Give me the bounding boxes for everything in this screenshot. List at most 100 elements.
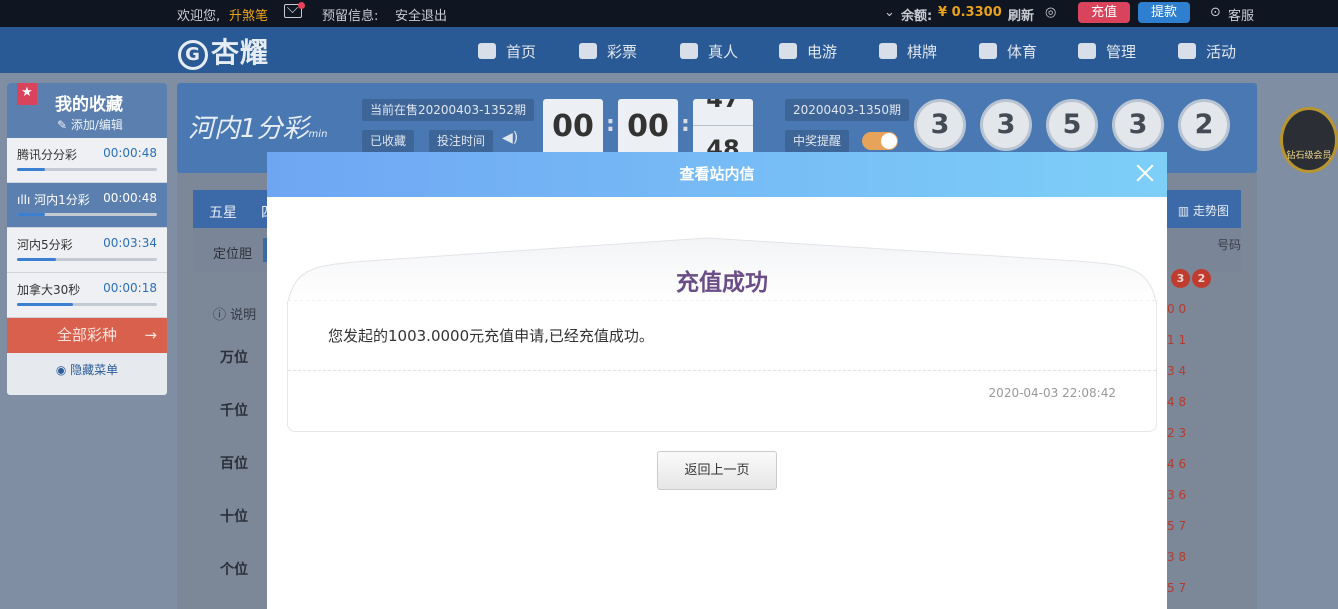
logout-link[interactable]: 安全退出: [395, 5, 447, 24]
speaker-icon[interactable]: ◀): [502, 130, 518, 146]
nav-promotions[interactable]: 活动: [1178, 41, 1236, 62]
nav-label: 体育: [1007, 43, 1038, 61]
favorite-countdown: 00:00:48: [103, 191, 157, 205]
favorite-item[interactable]: 腾讯分分彩 00:00:48: [7, 138, 167, 183]
nav-manage[interactable]: 管理: [1078, 41, 1136, 62]
message-heading: 充值成功: [676, 270, 768, 296]
position-label: 百位: [220, 456, 248, 472]
modal-header: 查看站内信: [267, 152, 1167, 197]
chevron-down-icon[interactable]: ⌄: [884, 5, 895, 20]
history-row: 3 6: [1167, 488, 1187, 502]
position-label: 十位: [220, 509, 248, 525]
modal-title: 查看站内信: [679, 165, 755, 183]
bet-time-button[interactable]: 投注时间: [429, 130, 494, 152]
favorite-item-active[interactable]: ıllı 河内1分彩 00:00:48: [7, 183, 167, 228]
countdown-colon: :: [606, 112, 615, 137]
game-logo: 河内1分彩min: [188, 114, 328, 144]
username-link[interactable]: 升煞笔: [229, 5, 268, 24]
favorites-panel: ★ 我的收藏 ✎ 添加/编辑 腾讯分分彩 00:00:48 ıllı 河内1分彩…: [7, 83, 167, 395]
info-note[interactable]: ⓘ 说明: [213, 304, 256, 323]
nav-cards[interactable]: 棋牌: [879, 41, 937, 62]
nav-label: 棋牌: [907, 43, 938, 61]
recharge-button[interactable]: 充值: [1078, 2, 1130, 23]
star-icon: ★: [17, 83, 37, 105]
refresh-link[interactable]: 刷新: [1008, 5, 1034, 24]
position-label: 万位: [220, 350, 248, 366]
favorite-item[interactable]: 河内5分彩 00:03:34: [7, 228, 167, 273]
favorite-progress: [17, 303, 157, 306]
nav-label: 彩票: [607, 43, 638, 61]
customer-service-link[interactable]: 客服: [1228, 5, 1254, 24]
nav-lottery[interactable]: 彩票: [579, 41, 637, 62]
history-row: 5 7: [1167, 519, 1187, 533]
win-alert-toggle[interactable]: [862, 132, 898, 150]
trend-chart-link[interactable]: ▥ 走势图: [1178, 202, 1229, 219]
users-icon: [1078, 43, 1096, 59]
favorites-edit-link[interactable]: ✎ 添加/编辑: [57, 116, 123, 133]
slot-icon: [779, 43, 797, 59]
favorite-countdown: 00:00:18: [103, 281, 157, 295]
message-divider: [288, 370, 1156, 371]
position-label: 个位: [220, 562, 248, 578]
balance-value: ¥ 0.3300: [938, 5, 1002, 20]
favorite-item[interactable]: 加拿大30秒 00:00:18: [7, 273, 167, 318]
eye-hide-icon[interactable]: ◎: [1045, 5, 1056, 20]
nav-live[interactable]: 真人: [680, 41, 738, 62]
all-lotteries-button[interactable]: 全部彩种 →: [7, 318, 167, 353]
seconds-top: 47: [706, 99, 740, 113]
locator-tab[interactable]: 定位胆: [213, 243, 252, 262]
back-button[interactable]: 返回上一页: [657, 451, 777, 490]
nav-label: 管理: [1106, 43, 1137, 61]
message-body: 您发起的1003.0000元充值申请,已经充值成功。 2020-04-03 22…: [287, 301, 1157, 432]
edit-label: 添加/编辑: [70, 118, 123, 132]
result-ball: 3: [914, 99, 966, 151]
vip-badge: 钻石级会员: [1280, 107, 1338, 173]
withdraw-button[interactable]: 提款: [1138, 2, 1190, 23]
ticket-icon: [579, 43, 597, 59]
welcome-text: 欢迎您,: [177, 9, 221, 24]
reserve-info-label: 预留信息:: [322, 9, 379, 24]
result-ball: 5: [1046, 99, 1098, 151]
close-icon[interactable]: [1135, 163, 1155, 183]
history-ball: 2: [1192, 269, 1211, 288]
history-ball: 3: [1171, 269, 1190, 288]
nav-label: 首页: [506, 43, 537, 61]
nav-label: 活动: [1206, 43, 1237, 61]
nav-label: 电游: [807, 43, 838, 61]
site-logo[interactable]: G 杏耀: [178, 31, 269, 71]
history-row: 3 8: [1167, 550, 1187, 564]
favorite-countdown: 00:03:34: [103, 236, 157, 250]
tab-five-star[interactable]: 五星: [209, 202, 237, 222]
history-row: 5 7: [1167, 581, 1187, 595]
history-row: 4 8: [1167, 395, 1187, 409]
history-row: 4 6: [1167, 457, 1187, 471]
nav-home[interactable]: 首页: [478, 41, 536, 62]
home-icon: [478, 43, 496, 59]
result-ball: 2: [1178, 99, 1230, 151]
hide-menu-button[interactable]: ◉ 隐藏菜单: [7, 353, 167, 388]
countdown-minutes: 00: [618, 99, 678, 155]
favorite-progress: [17, 168, 157, 171]
logo-text: 杏耀: [211, 36, 270, 69]
cards-icon: [879, 43, 897, 59]
result-ball: 3: [1112, 99, 1164, 151]
favorite-name: 腾讯分分彩: [17, 148, 78, 162]
trophy-icon: [979, 43, 997, 59]
message-modal: 查看站内信 充值成功 您发起的1003.0000元充值申请,已经充值成功。 20…: [267, 152, 1167, 609]
favorited-button[interactable]: 已收藏: [362, 130, 415, 152]
arrow-right-icon: →: [144, 326, 157, 344]
main-nav: G 杏耀 首页 彩票 真人 电游 棋牌 体育 管理 活动: [0, 27, 1338, 73]
last-period: 20200403-1350期: [785, 99, 909, 121]
nav-sports[interactable]: 体育: [979, 41, 1037, 62]
trend-label: 走势图: [1192, 204, 1229, 218]
note-label: 说明: [230, 308, 257, 323]
chat-icon[interactable]: ⊙: [1210, 5, 1221, 20]
message-envelope: 充值成功 您发起的1003.0000元充值申请,已经充值成功。 2020-04-…: [287, 237, 1157, 432]
current-period: 当前在售20200403-1352期: [362, 99, 534, 121]
history-row: 1 1: [1167, 333, 1187, 347]
number-column-label: 号码: [1216, 238, 1241, 252]
nav-slots[interactable]: 电游: [779, 41, 837, 62]
favorite-name: 加拿大30秒: [17, 283, 81, 297]
favorite-name: ıllı 河内1分彩: [17, 193, 90, 207]
message-timestamp: 2020-04-03 22:08:42: [988, 386, 1116, 400]
